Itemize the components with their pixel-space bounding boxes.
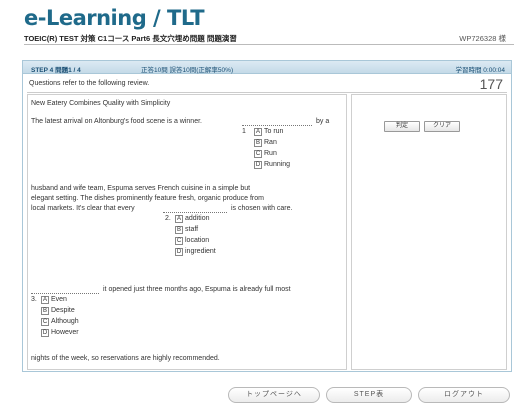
- step-bar: STEP 4 問題1 / 4 正答10問 誤答10問(正解率50%) 学習時間 …: [23, 61, 511, 74]
- passage-line: The latest arrival on Altonburg's food s…: [31, 118, 202, 125]
- choice-3a[interactable]: A Even: [41, 296, 67, 305]
- step-label: STEP 4 問題1 / 4: [31, 67, 81, 74]
- step-table-button[interactable]: STEP表: [326, 387, 412, 403]
- choice-key: C: [175, 237, 183, 245]
- app-title: e-Learning / TLT: [24, 6, 205, 30]
- top-page-button[interactable]: トップページへ: [228, 387, 320, 403]
- choice-3b[interactable]: B Despite: [41, 307, 75, 316]
- choice-label: Run: [264, 150, 277, 157]
- clear-button[interactable]: クリア: [424, 121, 460, 132]
- choice-key: C: [41, 318, 49, 326]
- choice-label: Ran: [264, 139, 277, 146]
- choice-label: Even: [51, 296, 67, 303]
- score-summary: 正答10問 誤答10問(正解率50%): [141, 67, 234, 74]
- choice-label: Although: [51, 318, 79, 325]
- choice-key: B: [175, 226, 183, 234]
- question-number: 177: [479, 76, 503, 92]
- answer-pane: 判定 クリア: [351, 94, 507, 370]
- choice-key: A: [41, 296, 49, 304]
- instruction-divider: [27, 92, 507, 93]
- study-timer: 学習時間 0:00:04: [455, 67, 506, 74]
- judge-button[interactable]: 判定: [384, 121, 420, 132]
- choice-1b[interactable]: B Ran: [254, 139, 277, 148]
- choice-key: D: [254, 161, 262, 169]
- passage-line: by a: [316, 118, 330, 125]
- header: e-Learning / TLT TOEIC(R) TEST 対策 C1コース …: [0, 0, 520, 45]
- choice-key: B: [254, 139, 262, 147]
- choice-2d[interactable]: Dingredient: [175, 248, 216, 257]
- header-divider: [24, 44, 514, 45]
- passage-pane: New Eatery Combines Quality with Simplic…: [27, 94, 347, 370]
- choice-label: To run: [264, 128, 284, 135]
- blank-number: 2.: [165, 215, 171, 222]
- user-id: WP726328 様: [459, 34, 506, 43]
- course-title: TOEIC(R) TEST 対策 C1コース Part6 長文穴埋め問題 問題演…: [24, 34, 237, 43]
- choice-3c[interactable]: C Although: [41, 318, 79, 327]
- choice-2b[interactable]: Bstaff: [175, 226, 198, 235]
- question-frame: STEP 4 問題1 / 4 正答10問 誤答10問(正解率50%) 学習時間 …: [22, 60, 512, 372]
- choice-label: Despite: [51, 307, 75, 314]
- choice-1c[interactable]: C Run: [254, 150, 277, 159]
- choice-label: staff: [185, 226, 199, 233]
- passage-line: husband and wife team, Espuma serves Fre…: [31, 185, 251, 192]
- passage-line: it opened just three months ago, Espuma …: [103, 286, 291, 293]
- choice-key: A: [254, 128, 262, 136]
- choice-key: C: [254, 150, 262, 158]
- passage-line: is chosen with care.: [231, 205, 293, 212]
- choice-label: However: [51, 329, 79, 336]
- blank-number: 1: [242, 128, 246, 135]
- choice-1d[interactable]: D Running: [254, 161, 290, 170]
- choice-label: location: [185, 237, 210, 244]
- choice-3d[interactable]: D However: [41, 329, 79, 338]
- blank-3: [31, 293, 99, 294]
- blank-2: [163, 212, 227, 213]
- logout-button[interactable]: ログアウト: [418, 387, 510, 403]
- passage-title: New Eatery Combines Quality with Simplic…: [31, 100, 171, 107]
- instruction-text: Questions refer to the following review.: [29, 80, 150, 87]
- choice-1a[interactable]: A To run: [254, 128, 283, 137]
- passage-line: elegant setting. The dishes prominently …: [31, 195, 264, 202]
- choice-label: ingredient: [185, 248, 216, 255]
- choice-key: D: [41, 329, 49, 337]
- passage-line: nights of the week, so reservations are …: [31, 355, 220, 362]
- choice-key: A: [175, 215, 183, 223]
- blank-number: 3.: [31, 296, 37, 303]
- choice-label: addition: [185, 215, 210, 222]
- choice-2a[interactable]: Aaddition: [175, 215, 210, 224]
- choice-label: Running: [264, 161, 291, 168]
- choice-key: D: [175, 248, 183, 256]
- choice-key: B: [41, 307, 49, 315]
- choice-2c[interactable]: Clocation: [175, 237, 209, 246]
- blank-1: [242, 125, 312, 126]
- passage-line: local markets. It's clear that every: [31, 205, 135, 212]
